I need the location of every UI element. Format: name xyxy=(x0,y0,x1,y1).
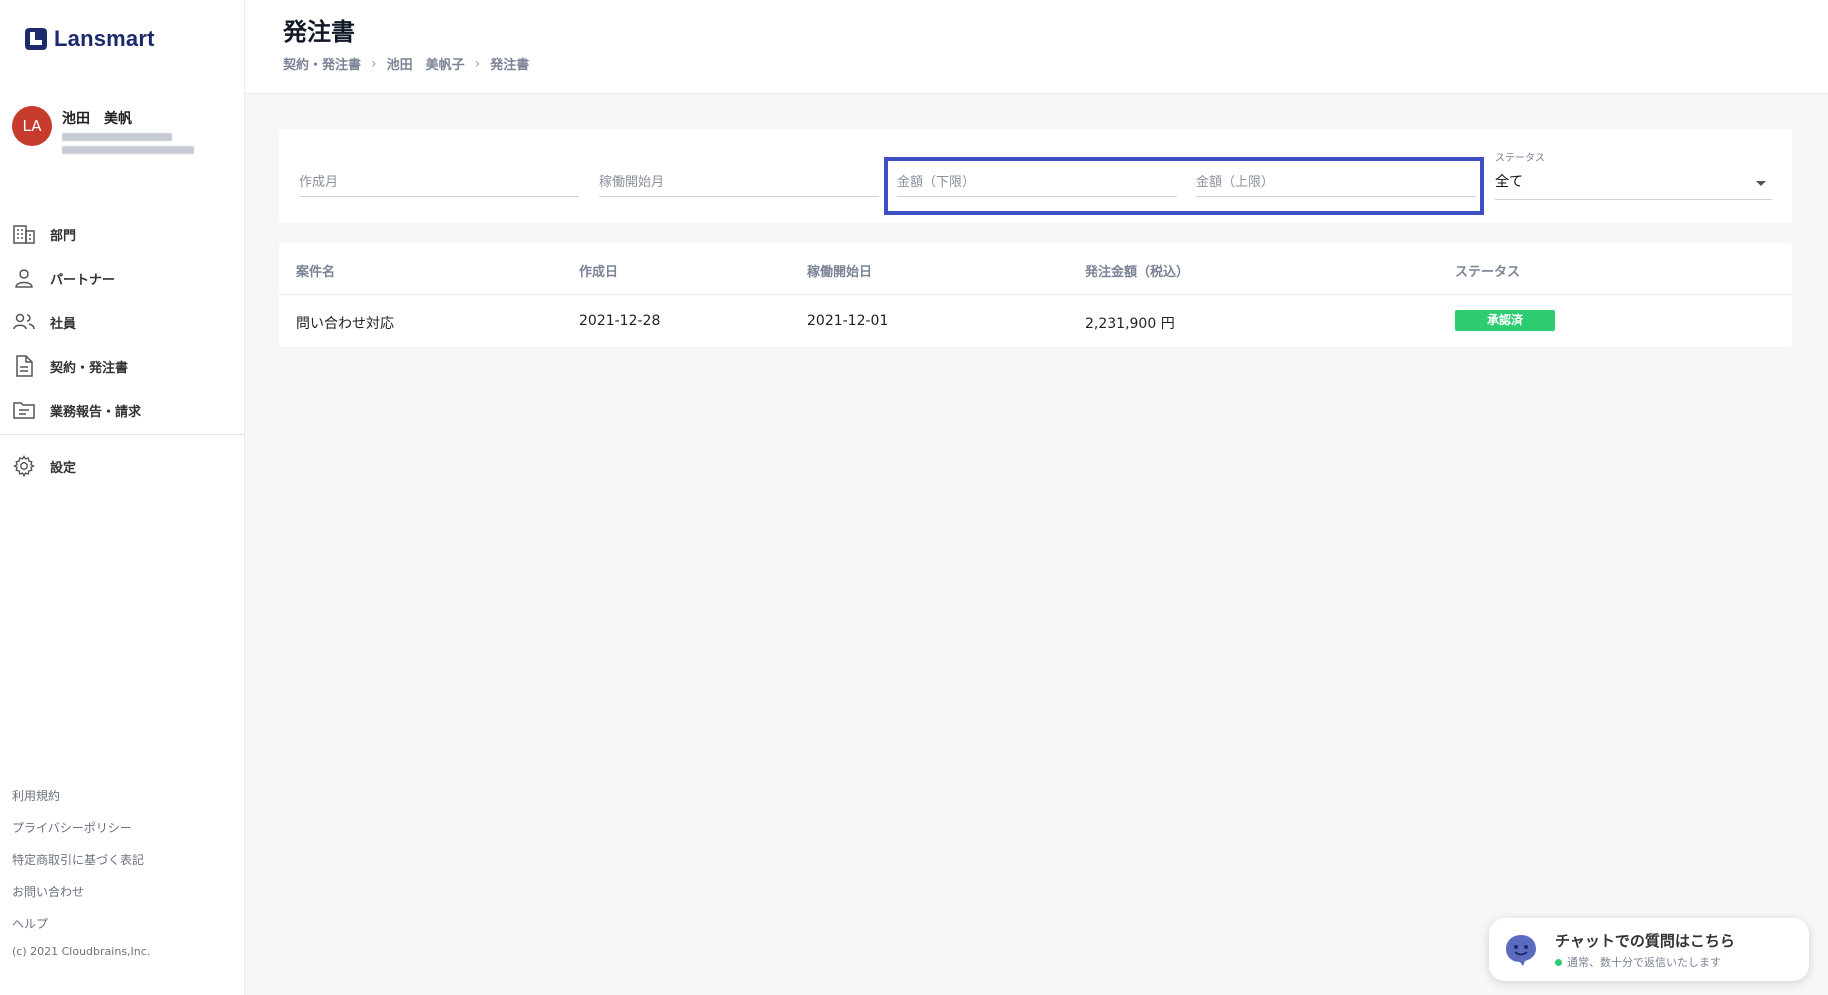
status-select-value: 全て xyxy=(1495,174,1523,190)
purchase-order-table: 案件名 作成日 稼働開始日 発注金額（税込） ステータス 問い合わせ対応 202… xyxy=(279,243,1792,347)
table-header: 案件名 作成日 稼働開始日 発注金額（税込） ステータス xyxy=(279,243,1792,295)
user-email-redacted xyxy=(62,133,172,141)
footer-links: 利用規約 プライバシーポリシー 特定商取引に基づく表記 お問い合わせ ヘルプ (… xyxy=(12,780,150,962)
user-profile[interactable]: LA 池田 美帆 xyxy=(12,106,194,154)
chat-title: チャットでの質問はこちら xyxy=(1555,932,1735,950)
user-info: 池田 美帆 xyxy=(62,106,194,154)
chat-subtitle-text: 通常、数十分で返信いたします xyxy=(1567,956,1721,969)
chevron-right-icon: › xyxy=(474,55,481,72)
breadcrumb-item[interactable]: 契約・発注書 xyxy=(283,54,361,73)
footer-link-help[interactable]: ヘルプ xyxy=(12,908,150,940)
sidebar: Lansmart LA 池田 美帆 部門 パートナー 社員 契約・発注書 業務報… xyxy=(0,0,245,995)
column-header-start[interactable]: 稼働開始日 xyxy=(807,261,872,280)
cell-project: 問い合わせ対応 xyxy=(296,316,394,332)
breadcrumb: 契約・発注書 › 池田 美帆子 › 発注書 xyxy=(283,54,530,74)
folder-icon xyxy=(12,398,36,422)
status-select[interactable]: 全て xyxy=(1495,170,1772,200)
created-month-input[interactable] xyxy=(299,167,579,195)
cell-created: 2021-12-28 xyxy=(579,313,661,329)
nav-divider xyxy=(0,434,245,435)
document-icon xyxy=(12,354,36,378)
status-filter-label: ステータス xyxy=(1495,153,1545,164)
sidebar-item-settings[interactable]: 設定 xyxy=(0,444,245,488)
cell-start: 2021-12-01 xyxy=(807,313,889,329)
sidebar-item-contracts[interactable]: 契約・発注書 xyxy=(0,344,245,388)
user-email-redacted-2 xyxy=(62,146,194,154)
status-badge: 承認済 xyxy=(1455,310,1555,331)
start-month-field xyxy=(599,167,879,197)
footer-link-commerce[interactable]: 特定商取引に基づく表記 xyxy=(12,844,150,876)
brand-name: Lansmart xyxy=(54,26,155,51)
column-header-created[interactable]: 作成日 xyxy=(579,261,618,280)
chat-subtitle: 通常、数十分で返信いたします xyxy=(1555,954,1721,970)
sidebar-item-label: パートナー xyxy=(50,272,116,288)
sidebar-item-employees[interactable]: 社員 xyxy=(0,300,245,344)
sidebar-item-partners[interactable]: パートナー xyxy=(0,256,245,300)
footer-link-privacy[interactable]: プライバシーポリシー xyxy=(12,812,150,844)
footer-link-terms[interactable]: 利用規約 xyxy=(12,780,150,812)
sidebar-item-departments[interactable]: 部門 xyxy=(0,212,245,256)
footer-link-contact[interactable]: お問い合わせ xyxy=(12,876,150,908)
building-icon xyxy=(12,222,36,246)
gear-icon xyxy=(12,454,36,478)
sidebar-item-label: 社員 xyxy=(50,316,77,332)
column-header-amount[interactable]: 発注金額（税込） xyxy=(1085,261,1189,280)
start-month-input[interactable] xyxy=(599,167,879,195)
chat-widget[interactable]: チャットでの質問はこちら 通常、数十分で返信いたします xyxy=(1489,918,1809,981)
lansmart-logo-icon xyxy=(25,28,47,50)
sidebar-nav: 部門 パートナー 社員 契約・発注書 業務報告・請求 xyxy=(0,212,245,432)
sidebar-item-label: 設定 xyxy=(50,460,77,476)
sidebar-item-label: 業務報告・請求 xyxy=(50,404,142,420)
cell-amount: 2,231,900 円 xyxy=(1085,316,1175,332)
breadcrumb-item[interactable]: 池田 美帆子 xyxy=(387,54,465,73)
chevron-right-icon: › xyxy=(371,55,377,72)
avatar: LA xyxy=(12,106,52,146)
breadcrumb-item-current: 発注書 xyxy=(490,58,530,73)
created-month-field xyxy=(299,167,579,197)
column-header-status[interactable]: ステータス xyxy=(1455,261,1520,280)
settings-section: 設定 xyxy=(0,444,245,488)
user-name: 池田 美帆 xyxy=(62,111,132,127)
copyright: (c) 2021 Cloudbrains,Inc. xyxy=(12,945,151,958)
sidebar-item-label: 部門 xyxy=(50,228,77,244)
amount-range-highlight xyxy=(884,157,1484,215)
table-row[interactable]: 問い合わせ対応 2021-12-28 2021-12-01 2,231,900 … xyxy=(279,295,1792,347)
logo[interactable]: Lansmart xyxy=(24,26,155,52)
person-icon xyxy=(12,266,36,290)
page-title: 発注書 xyxy=(283,18,355,46)
column-header-project[interactable]: 案件名 xyxy=(296,261,335,280)
caret-down-icon xyxy=(1756,181,1766,186)
page-header: 発注書 契約・発注書 › 池田 美帆子 › 発注書 xyxy=(245,0,1828,94)
sidebar-item-label: 契約・発注書 xyxy=(50,360,129,376)
online-status-icon xyxy=(1555,958,1562,966)
status-filter: ステータス 全て xyxy=(1495,149,1772,200)
filter-panel: ステータス 全て xyxy=(279,129,1792,223)
chat-bot-icon xyxy=(1506,935,1536,966)
people-icon xyxy=(12,310,36,334)
sidebar-item-reports[interactable]: 業務報告・請求 xyxy=(0,388,245,432)
